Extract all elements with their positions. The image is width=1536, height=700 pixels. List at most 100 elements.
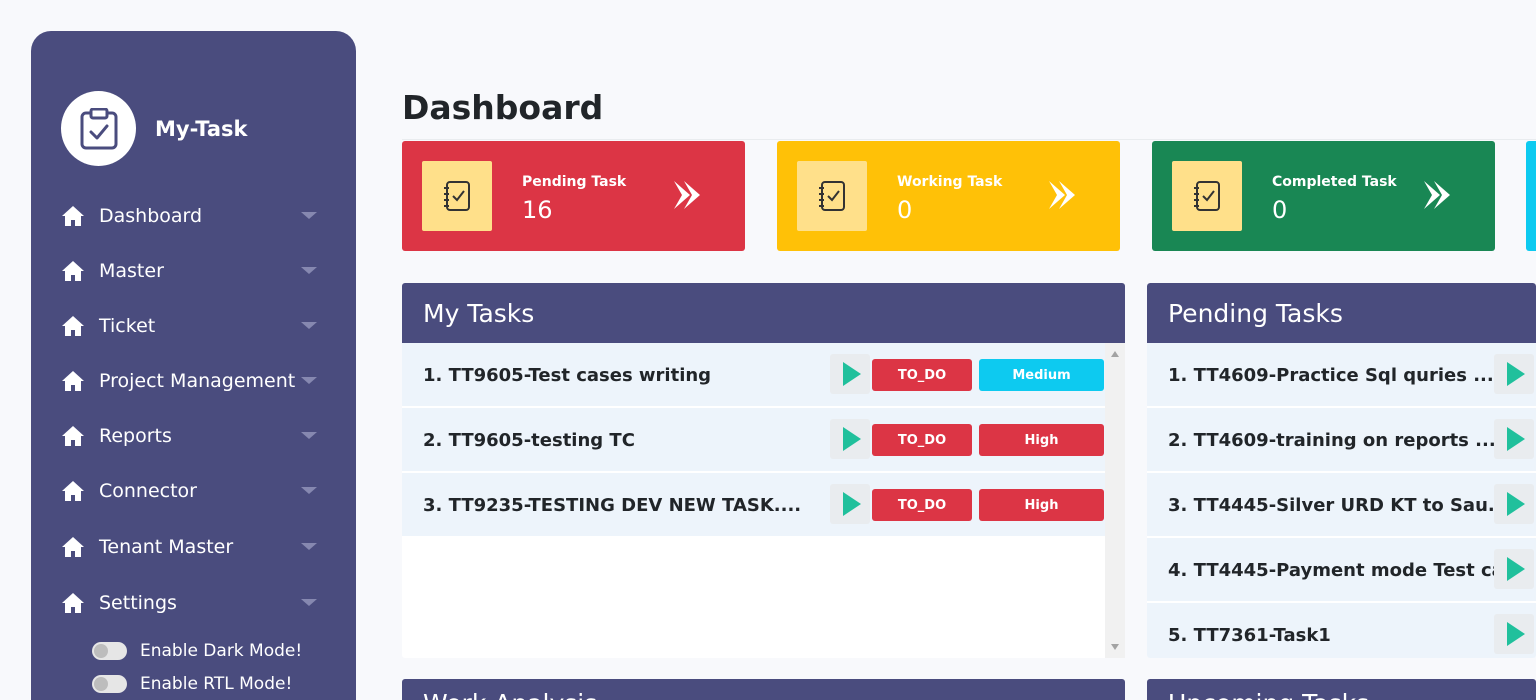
sidebar-item-settings[interactable]: Settings bbox=[61, 588, 321, 618]
stat-value: 0 bbox=[897, 196, 913, 224]
sidebar-item-label: Ticket bbox=[99, 315, 156, 337]
panel-title: My Tasks bbox=[423, 298, 535, 328]
task-title: 4. TT4445-Payment mode Test ca.... bbox=[1168, 560, 1532, 581]
sidebar-item-master[interactable]: Master bbox=[61, 256, 321, 286]
task-title: 1. TT4609-Practice Sql quries .... bbox=[1168, 365, 1501, 386]
play-button[interactable] bbox=[1494, 549, 1534, 589]
priority-badge[interactable]: Medium bbox=[979, 359, 1104, 391]
task-title: 3. TT4445-Silver URD KT to Sau.... bbox=[1168, 495, 1516, 516]
panel-title: Work Analysis bbox=[423, 689, 597, 700]
completed-task-card[interactable]: Completed Task 0 bbox=[1152, 141, 1495, 251]
brand[interactable]: My-Task bbox=[61, 91, 247, 166]
play-icon bbox=[1507, 557, 1525, 581]
sidebar-item-label: Tenant Master bbox=[99, 536, 234, 558]
sidebar-item-label: Settings bbox=[99, 592, 177, 614]
play-icon bbox=[843, 427, 861, 451]
task-row[interactable]: 1. TT4609-Practice Sql quries .... bbox=[1147, 343, 1536, 407]
home-icon bbox=[62, 371, 84, 391]
task-title: 5. TT7361-Task1 bbox=[1168, 625, 1331, 646]
task-list-icon bbox=[1172, 161, 1242, 231]
home-icon bbox=[62, 316, 84, 336]
status-badge[interactable]: TO_DO bbox=[872, 359, 972, 391]
scrollbar[interactable] bbox=[1105, 343, 1125, 658]
chevron-down-icon bbox=[301, 487, 317, 494]
play-button[interactable] bbox=[1494, 354, 1534, 394]
panel-title: Pending Tasks bbox=[1168, 298, 1343, 328]
task-title: 2. TT4609-training on reports .... bbox=[1168, 430, 1503, 451]
play-button[interactable] bbox=[1494, 419, 1534, 459]
chevron-down-icon bbox=[301, 543, 317, 550]
brand-name: My-Task bbox=[155, 116, 248, 141]
dark-mode-toggle[interactable] bbox=[92, 642, 127, 660]
sidebar-item-ticket[interactable]: Ticket bbox=[61, 311, 321, 341]
chevron-down-icon bbox=[301, 322, 317, 329]
dark-mode-label: Enable Dark Mode! bbox=[140, 641, 303, 661]
sidebar-item-reports[interactable]: Reports bbox=[61, 421, 321, 451]
panel-header: My Tasks bbox=[402, 283, 1125, 343]
task-title: 3. TT9235-TESTING DEV NEW TASK.... bbox=[423, 495, 802, 516]
task-row[interactable]: 2. TT9605-testing TC TO_DO High bbox=[402, 408, 1105, 472]
play-button[interactable] bbox=[1494, 614, 1534, 654]
chevrons-right-icon bbox=[1424, 181, 1450, 209]
task-title: 1. TT9605-Test cases writing bbox=[423, 365, 712, 386]
task-list-icon bbox=[797, 161, 867, 231]
chevrons-right-icon bbox=[674, 181, 700, 209]
task-title: 2. TT9605-testing TC bbox=[423, 430, 635, 451]
rtl-mode-toggle-row: Enable RTL Mode! bbox=[92, 674, 292, 694]
scroll-up-icon[interactable] bbox=[1111, 351, 1119, 357]
working-task-card[interactable]: Working Task 0 bbox=[777, 141, 1120, 251]
my-tasks-panel: My Tasks 1. TT9605-Test cases writing TO… bbox=[402, 283, 1125, 658]
sidebar-item-label: Reports bbox=[99, 425, 172, 447]
chevron-down-icon bbox=[301, 267, 317, 274]
sidebar-item-dashboard[interactable]: Dashboard bbox=[61, 201, 321, 231]
sidebar-item-label: Dashboard bbox=[99, 205, 203, 227]
home-icon bbox=[62, 426, 84, 446]
task-list-icon bbox=[422, 161, 492, 231]
task-row[interactable]: 2. TT4609-training on reports .... bbox=[1147, 408, 1536, 472]
play-icon bbox=[1507, 622, 1525, 646]
play-button[interactable] bbox=[1494, 484, 1534, 524]
rtl-mode-toggle[interactable] bbox=[92, 675, 127, 693]
status-badge[interactable]: TO_DO bbox=[872, 424, 972, 456]
task-row[interactable]: 4. TT4445-Payment mode Test ca.... bbox=[1147, 538, 1536, 602]
status-badge[interactable]: TO_DO bbox=[872, 489, 972, 521]
sidebar-item-label: Connector bbox=[99, 480, 197, 502]
rtl-mode-label: Enable RTL Mode! bbox=[140, 674, 293, 694]
chevron-down-icon bbox=[301, 599, 317, 606]
divider bbox=[402, 139, 1536, 140]
chevron-down-icon bbox=[301, 432, 317, 439]
stat-value: 16 bbox=[522, 196, 553, 224]
play-button[interactable] bbox=[830, 484, 870, 524]
sidebar-item-tenant-master[interactable]: Tenant Master bbox=[61, 532, 321, 562]
task-row[interactable]: 3. TT9235-TESTING DEV NEW TASK.... TO_DO… bbox=[402, 473, 1105, 537]
home-icon bbox=[62, 481, 84, 501]
stat-label: Completed Task bbox=[1272, 174, 1397, 190]
play-icon bbox=[1507, 427, 1525, 451]
page-title: Dashboard bbox=[402, 88, 604, 127]
clipboard-check-icon bbox=[61, 91, 136, 166]
play-icon bbox=[1507, 492, 1525, 516]
stat-label: Pending Task bbox=[522, 174, 627, 190]
priority-badge[interactable]: High bbox=[979, 424, 1104, 456]
stat-label: Working Task bbox=[897, 174, 1003, 190]
home-icon bbox=[62, 537, 84, 557]
stat-card-partial[interactable] bbox=[1526, 141, 1536, 251]
chevron-down-icon bbox=[301, 212, 317, 219]
dark-mode-toggle-row: Enable Dark Mode! bbox=[92, 641, 302, 661]
pending-task-card[interactable]: Pending Task 16 bbox=[402, 141, 745, 251]
play-button[interactable] bbox=[830, 419, 870, 459]
task-row[interactable]: 1. TT9605-Test cases writing TO_DO Mediu… bbox=[402, 343, 1105, 407]
sidebar-item-label: Project Management bbox=[99, 370, 296, 392]
chevrons-right-icon bbox=[1049, 181, 1075, 209]
sidebar-item-connector[interactable]: Connector bbox=[61, 476, 321, 506]
pending-tasks-panel: Pending Tasks 1. TT4609-Practice Sql qur… bbox=[1147, 283, 1536, 658]
task-row[interactable]: 3. TT4445-Silver URD KT to Sau.... bbox=[1147, 473, 1536, 537]
task-row[interactable]: 5. TT7361-Task1 bbox=[1147, 603, 1536, 658]
sidebar-item-project-management[interactable]: Project Management bbox=[61, 366, 321, 396]
panel-title: Upcoming Tasks bbox=[1168, 689, 1369, 700]
play-icon bbox=[1507, 362, 1525, 386]
play-button[interactable] bbox=[830, 354, 870, 394]
home-icon bbox=[62, 261, 84, 281]
scroll-down-icon[interactable] bbox=[1111, 644, 1119, 650]
priority-badge[interactable]: High bbox=[979, 489, 1104, 521]
